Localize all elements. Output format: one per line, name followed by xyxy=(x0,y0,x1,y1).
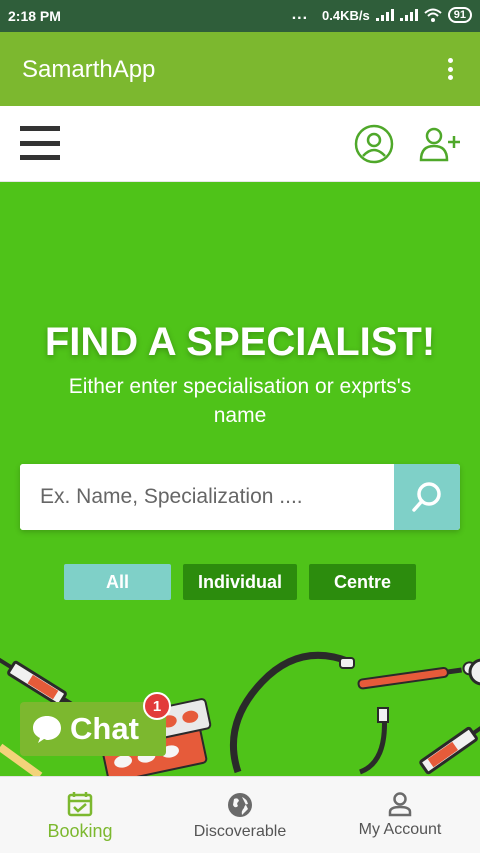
signal-icon-2 xyxy=(399,9,418,21)
hero-section: FIND A SPECIALIST! Either enter speciali… xyxy=(0,182,480,776)
search-bar xyxy=(20,464,460,530)
filter-individual-button[interactable]: Individual xyxy=(183,564,297,600)
battery-indicator: 91 xyxy=(447,7,472,23)
syringe-icon-2 xyxy=(419,720,480,775)
chat-label: Chat xyxy=(70,711,139,746)
filter-all-button[interactable]: All xyxy=(64,564,171,600)
search-button[interactable] xyxy=(394,464,460,530)
wifi-icon xyxy=(424,8,442,22)
globe-icon xyxy=(228,793,252,817)
nav-booking[interactable]: Booking xyxy=(0,777,160,853)
add-user-icon[interactable] xyxy=(418,124,462,164)
chat-bubble-icon xyxy=(33,716,61,743)
nav-discoverable-label: Discoverable xyxy=(193,823,287,840)
hero-title: FIND A SPECIALIST! xyxy=(44,320,436,364)
user-profile-icon[interactable] xyxy=(354,124,394,164)
nav-my-account-label: My Account xyxy=(358,821,442,838)
status-dots: ... xyxy=(291,6,309,23)
person-icon xyxy=(388,792,412,817)
stethoscope-icon xyxy=(229,651,389,775)
app-bar: SamarthApp xyxy=(0,32,480,106)
calendar-check-icon xyxy=(67,792,93,817)
chat-notification-badge: 1 xyxy=(143,692,171,720)
nav-booking-label: Booking xyxy=(47,821,113,841)
hamburger-menu-icon[interactable] xyxy=(20,126,60,160)
status-bar: 2:18 PM ... 0.4KB/s 91 xyxy=(0,0,480,32)
thermometer-icon xyxy=(357,661,477,690)
nav-discoverable[interactable]: Discoverable xyxy=(160,777,320,853)
nav-my-account[interactable]: My Account xyxy=(320,777,480,853)
hero-subtitle: Either enter specialisation or exprts's … xyxy=(68,375,412,427)
status-time: 2:18 PM xyxy=(8,8,61,24)
status-icons: ... 0.4KB/s 91 xyxy=(292,7,472,23)
search-icon xyxy=(412,482,441,512)
overflow-menu-icon[interactable] xyxy=(440,54,460,84)
network-speed: 0.4KB/s xyxy=(322,7,370,23)
filter-group: All Individual Centre xyxy=(64,564,416,600)
filter-centre-button[interactable]: Centre xyxy=(309,564,416,600)
bottom-navigation: Booking Discoverable My Account xyxy=(0,776,480,853)
app-title: SamarthApp xyxy=(22,56,156,83)
header-toolbar xyxy=(0,106,480,182)
search-input[interactable] xyxy=(20,464,394,530)
signal-icon xyxy=(375,9,394,21)
